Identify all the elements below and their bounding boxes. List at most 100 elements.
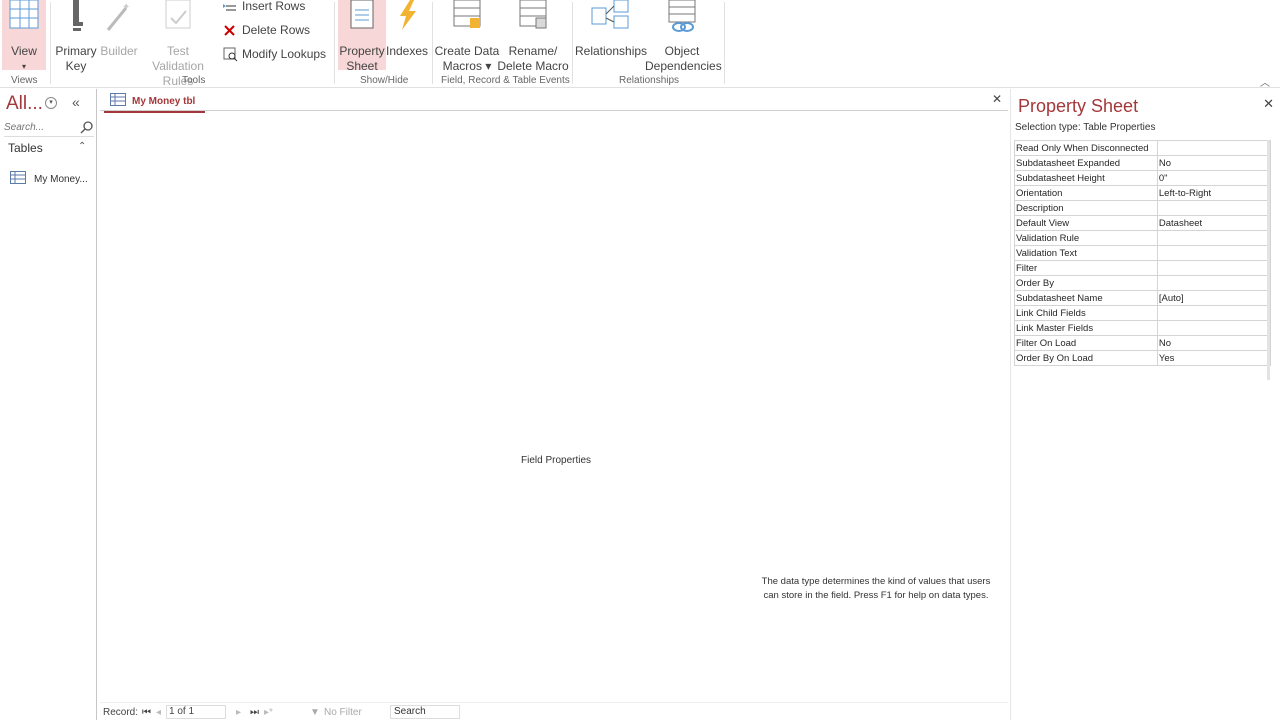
navigation-pane: All... ▾ « Tables ⌃ My Money...	[0, 89, 97, 720]
view-button[interactable]: View ▾	[2, 0, 46, 71]
property-value[interactable]: [Auto]	[1156, 290, 1272, 306]
property-sheet-scrollbar[interactable]	[1267, 140, 1270, 380]
new-record-icon[interactable]: ▸*	[264, 707, 273, 718]
nav-item-my-money[interactable]: My Money...	[10, 171, 88, 187]
property-name: Subdatasheet Height	[1014, 170, 1158, 186]
property-value[interactable]	[1156, 260, 1272, 276]
data-type-help-text: The data type determines the kind of val…	[761, 576, 991, 601]
document-area: My Money tbl ✕ Field Properties The data…	[100, 89, 1008, 720]
events-group-label: Field, Record & Table Events	[441, 75, 570, 86]
property-value[interactable]	[1156, 140, 1272, 156]
view-label: View	[11, 44, 37, 58]
rename-delete-macro-button[interactable]: Rename/ Delete Macro	[497, 0, 569, 74]
property-name: Subdatasheet Name	[1014, 290, 1158, 306]
property-row[interactable]: Default View Datasheet	[1014, 215, 1272, 231]
property-value[interactable]: Datasheet	[1156, 215, 1272, 231]
close-document-icon[interactable]: ✕	[992, 92, 1002, 106]
property-sheet-icon	[338, 0, 386, 38]
current-record-input[interactable]: 1 of 1	[166, 705, 226, 719]
property-value[interactable]	[1156, 275, 1272, 291]
property-value[interactable]	[1156, 320, 1272, 336]
property-name: Order By	[1014, 275, 1158, 291]
property-row[interactable]: Subdatasheet Expanded No	[1014, 155, 1272, 171]
no-filter-label[interactable]: No Filter	[324, 707, 362, 718]
property-name: Filter On Load	[1014, 335, 1158, 351]
property-value[interactable]	[1156, 200, 1272, 216]
record-search-input[interactable]: Search	[390, 705, 460, 719]
previous-record-icon[interactable]: ◂	[156, 707, 161, 718]
relationships-button[interactable]: Relationships	[575, 0, 647, 59]
selection-type-label: Selection type: Table Properties	[1015, 122, 1156, 133]
magic-wand-icon: ✦	[99, 0, 139, 38]
property-value[interactable]: Left-to-Right	[1156, 185, 1272, 201]
document-tab-my-money[interactable]: My Money tbl	[104, 91, 206, 113]
property-value[interactable]: 0"	[1156, 170, 1272, 186]
chevron-down-icon: ▾	[21, 62, 26, 71]
property-name: Description	[1014, 200, 1158, 216]
property-row[interactable]: Validation Rule	[1014, 230, 1272, 246]
delete-rows-label: Delete Rows	[242, 23, 311, 37]
lightning-icon	[386, 0, 428, 38]
property-row[interactable]: Filter	[1014, 260, 1272, 276]
primary-key-button[interactable]: Primary Key	[54, 0, 98, 74]
property-value[interactable]: No	[1156, 335, 1272, 351]
rename-delete-macro-label-1: Rename/	[508, 44, 558, 58]
nav-item-label: My Money...	[34, 173, 88, 185]
chevron-up-icon[interactable]: ⌃	[78, 141, 86, 152]
rename-delete-macro-label-2: Delete Macro	[497, 59, 569, 73]
tab-strip-divider	[100, 110, 1008, 111]
property-row[interactable]: Subdatasheet Name [Auto]	[1014, 290, 1272, 306]
insert-rows-button[interactable]: Insert Rows	[222, 0, 305, 16]
first-record-icon[interactable]: ⏮	[142, 707, 151, 718]
close-property-sheet-icon[interactable]: ✕	[1263, 96, 1274, 112]
property-value[interactable]	[1156, 245, 1272, 261]
property-name: Link Master Fields	[1014, 320, 1158, 336]
record-navigation-bar: Record: ⏮ ◂ 1 of 1 ▸ ⏭ ▸* ▼ No Filter Se…	[100, 702, 1008, 720]
field-properties-label: Field Properties	[521, 455, 592, 466]
rename-macro-icon	[497, 0, 569, 38]
nav-group-tables[interactable]: Tables	[8, 141, 43, 155]
create-data-macros-label-1: Create Data	[434, 44, 500, 58]
property-row[interactable]: Read Only When Disconnected	[1014, 140, 1272, 156]
object-dependencies-button[interactable]: Object Dependencies	[645, 0, 722, 74]
last-record-icon[interactable]: ⏭	[250, 707, 259, 718]
builder-button[interactable]: ✦ Builder	[99, 0, 139, 59]
property-name: Orientation	[1014, 185, 1158, 201]
property-value[interactable]	[1156, 230, 1272, 246]
key-icon	[54, 0, 98, 38]
property-row[interactable]: Subdatasheet Height 0"	[1014, 170, 1272, 186]
insert-rows-icon	[222, 0, 238, 14]
delete-rows-button[interactable]: Delete Rows	[222, 20, 310, 40]
nav-dropdown-icon[interactable]: ▾	[45, 97, 57, 109]
create-data-macros-button[interactable]: Create Data Macros ▾	[434, 0, 500, 74]
delete-rows-icon	[222, 22, 238, 38]
modify-lookups-button[interactable]: Modify Lookups	[222, 44, 326, 64]
showhide-group-label: Show/Hide	[360, 75, 409, 86]
property-value[interactable]: Yes	[1156, 350, 1272, 366]
property-sheet-button[interactable]: Property Sheet	[338, 0, 386, 73]
property-row[interactable]: Link Master Fields	[1014, 320, 1272, 336]
test-validation-label-1: Test Validation	[152, 44, 204, 73]
property-name: Validation Rule	[1014, 230, 1158, 246]
primary-key-label-1: Primary	[55, 44, 97, 58]
property-row[interactable]: Order By On Load Yes	[1014, 350, 1272, 366]
property-row[interactable]: Order By	[1014, 275, 1272, 291]
relationships-group-label: Relationships	[619, 75, 680, 86]
object-dependencies-label-1: Object	[664, 44, 700, 58]
next-record-icon[interactable]: ▸	[236, 707, 241, 718]
svg-text:✦: ✦	[122, 2, 130, 13]
indexes-button[interactable]: Indexes	[386, 0, 428, 59]
property-row[interactable]: Description	[1014, 200, 1272, 216]
property-row[interactable]: Filter On Load No	[1014, 335, 1272, 351]
nav-pane-title[interactable]: All...	[6, 93, 43, 115]
property-row[interactable]: Link Child Fields	[1014, 305, 1272, 321]
search-icon[interactable]	[80, 120, 94, 134]
collapse-ribbon-icon[interactable]: ︿	[1260, 74, 1270, 89]
property-row[interactable]: Validation Text	[1014, 245, 1272, 261]
object-dependencies-label-2: Dependencies	[645, 59, 722, 73]
property-value[interactable]: No	[1156, 155, 1272, 171]
collapse-nav-icon[interactable]: «	[72, 94, 80, 110]
property-value[interactable]	[1156, 305, 1272, 321]
property-row[interactable]: Orientation Left-to-Right	[1014, 185, 1272, 201]
data-macro-icon	[434, 0, 500, 38]
